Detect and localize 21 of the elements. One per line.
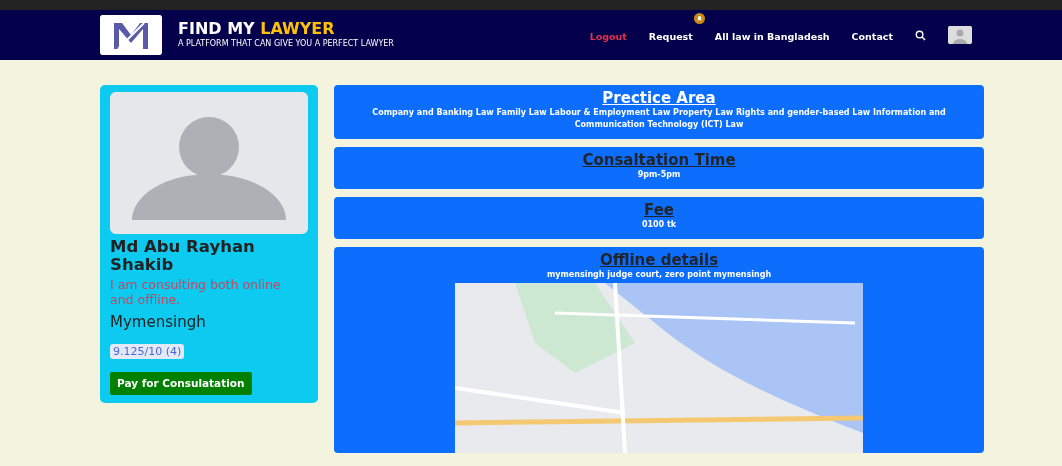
nav-link[interactable]: Logout — [589, 31, 627, 42]
nav-link[interactable]: All law in Bangladesh — [714, 31, 830, 42]
site-title: FIND MY LAWYER — [178, 20, 336, 38]
section-title: Consaltation Time — [581, 151, 737, 169]
consulting-status: I am consulting both online and offline. — [110, 278, 282, 308]
search-icon[interactable] — [915, 29, 926, 41]
section-text: 9pm-5pm — [636, 169, 682, 181]
nav-link[interactable]: Contact — [851, 31, 893, 42]
lawyer-name: Md Abu Rayhan Shakib — [110, 238, 256, 275]
section-text: mymensingh judge court, zero point mymensingh — [545, 269, 773, 281]
pay-button[interactable]: Pay for Consulatation — [110, 371, 252, 396]
section-text: 0100 tk — [640, 219, 678, 231]
section-title: Fee — [643, 201, 675, 219]
city-label: Mymensingh — [110, 312, 207, 334]
rating-badge: 9.125/10 (4) — [110, 343, 185, 359]
section-title: Prectice Area — [601, 89, 717, 107]
logo-icon[interactable] — [100, 15, 162, 55]
tagline: A PLATFORM THAT CAN GIVE YOU A PERFECT LAWYER — [178, 37, 394, 50]
nav-link[interactable]: Request — [648, 31, 693, 42]
section-title: Offline details — [598, 251, 720, 269]
section-text: Company and Banking Law Family Law Labour & Employment Law Property Law Rights and gender-based Law Information and Communication Technology (ICT) Law — [371, 107, 947, 131]
